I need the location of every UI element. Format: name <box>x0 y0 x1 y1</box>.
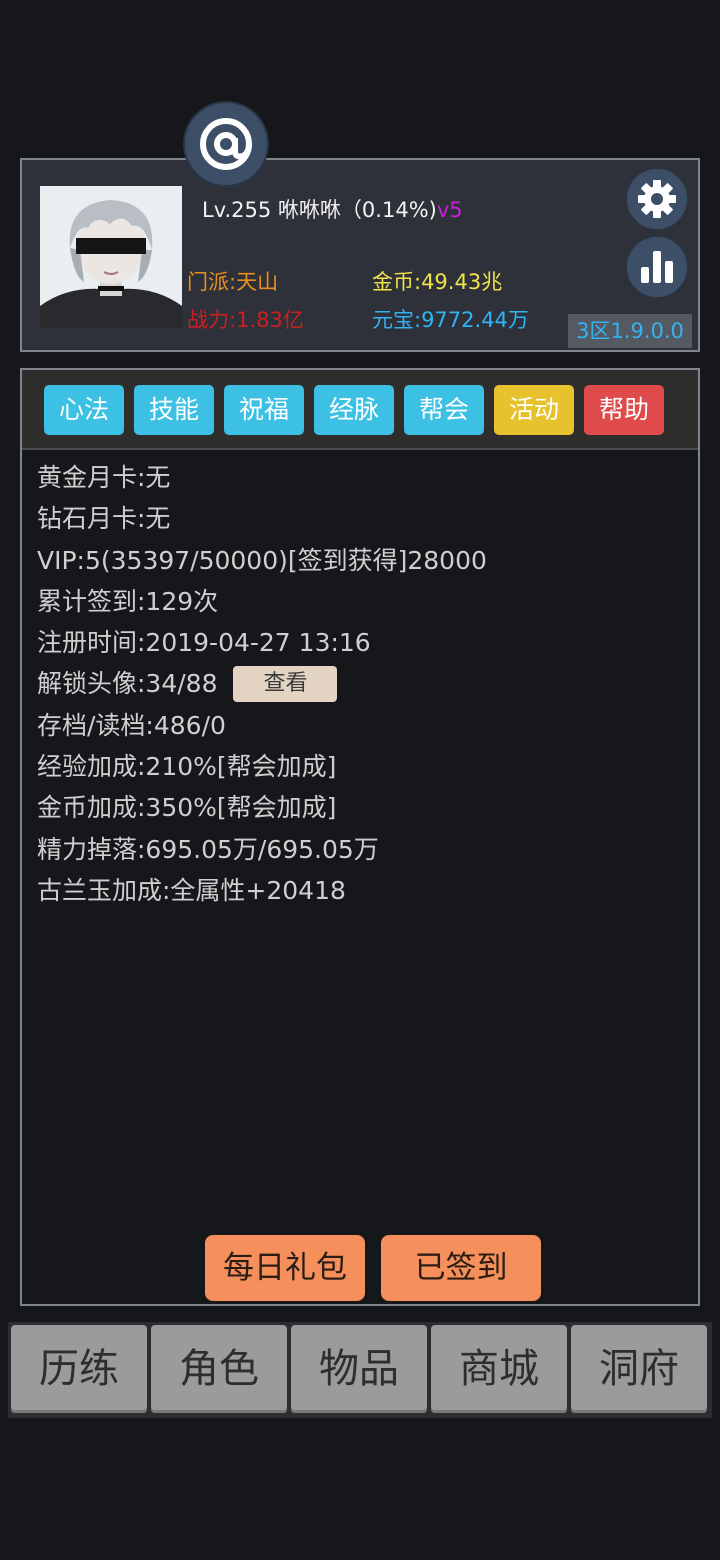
tab-events[interactable]: 活动 <box>494 385 574 435</box>
avatar[interactable] <box>40 186 182 328</box>
tab-help[interactable]: 帮助 <box>584 385 664 435</box>
daily-gift-button[interactable]: 每日礼包 <box>205 1235 365 1301</box>
settings-button[interactable] <box>626 168 688 230</box>
tab-xinfa[interactable]: 心法 <box>44 385 124 435</box>
vip-row: VIP:5(35397/50000)[签到获得]28000 <box>37 545 487 575</box>
tab-meridians[interactable]: 经脉 <box>314 385 394 435</box>
checked-in-button[interactable]: 已签到 <box>381 1235 541 1301</box>
level-text: Lv.255 咻咻咻（0.14%) <box>202 198 437 222</box>
nav-shop[interactable]: 商城 <box>431 1325 567 1413</box>
vip-level: v5 <box>436 198 463 222</box>
gear-icon <box>638 180 676 218</box>
avatar-unlock-row: 解锁头像:34/88 查看 <box>37 666 487 707</box>
avatar-unlock-text: 解锁头像:34/88 <box>37 669 218 699</box>
avatar-portrait-icon <box>40 186 182 328</box>
gold-card-row: 黄金月卡:无 <box>37 463 171 492</box>
register-time-row: 注册时间:2019-04-27 13:16 <box>37 628 371 658</box>
gold-text: 金币:49.43兆 <box>372 270 503 294</box>
tab-bar: 心法 技能 祝福 经脉 帮会 活动 帮助 <box>22 370 698 450</box>
nav-items[interactable]: 物品 <box>291 1325 427 1413</box>
character-panel: 心法 技能 祝福 经脉 帮会 活动 帮助 黄金月卡:无 钻石月卡:无 VIP:5… <box>20 368 700 1306</box>
tab-guild[interactable]: 帮会 <box>404 385 484 435</box>
diamond-card-row: 钻石月卡:无 <box>37 504 171 534</box>
checkin-total-row: 累计签到:129次 <box>37 586 219 616</box>
energy-drop-row: 精力掉落:695.05万/695.05万 <box>37 834 379 864</box>
sect-text: 门派:天山 <box>187 270 279 294</box>
ranking-button[interactable] <box>626 236 688 298</box>
at-symbol-icon <box>200 118 252 170</box>
bar-chart-icon <box>641 251 673 283</box>
jade-bonus-row: 古兰玉加成:全属性+20418 <box>37 875 346 905</box>
gold-bonus-row: 金币加成:350%[帮会加成] <box>37 793 337 823</box>
nav-training[interactable]: 历练 <box>11 1325 147 1413</box>
view-avatars-button[interactable]: 查看 <box>233 666 338 703</box>
save-load-row: 存档/读档:486/0 <box>37 710 226 740</box>
ingot-text: 元宝:9772.44万 <box>372 308 529 332</box>
profile-panel: Lv.255 咻咻咻（0.14%)v5 门派:天山 金币:49.43兆 战力:1… <box>20 158 700 352</box>
level-line: Lv.255 咻咻咻（0.14%)v5 <box>202 194 463 224</box>
power-text: 战力:1.83亿 <box>187 308 304 332</box>
nav-cave[interactable]: 洞府 <box>571 1325 707 1413</box>
info-list: 黄金月卡:无 钻石月卡:无 VIP:5(35397/50000)[签到获得]28… <box>37 460 487 914</box>
server-version-badge: 3区1.9.0.0 <box>568 314 692 348</box>
bottom-nav: 历练 角色 物品 商城 洞府 <box>8 1322 712 1418</box>
at-icon[interactable] <box>183 101 269 187</box>
tab-skills[interactable]: 技能 <box>134 385 214 435</box>
nav-character[interactable]: 角色 <box>151 1325 287 1413</box>
tab-blessing[interactable]: 祝福 <box>224 385 304 435</box>
exp-bonus-row: 经验加成:210%[帮会加成] <box>37 752 337 782</box>
